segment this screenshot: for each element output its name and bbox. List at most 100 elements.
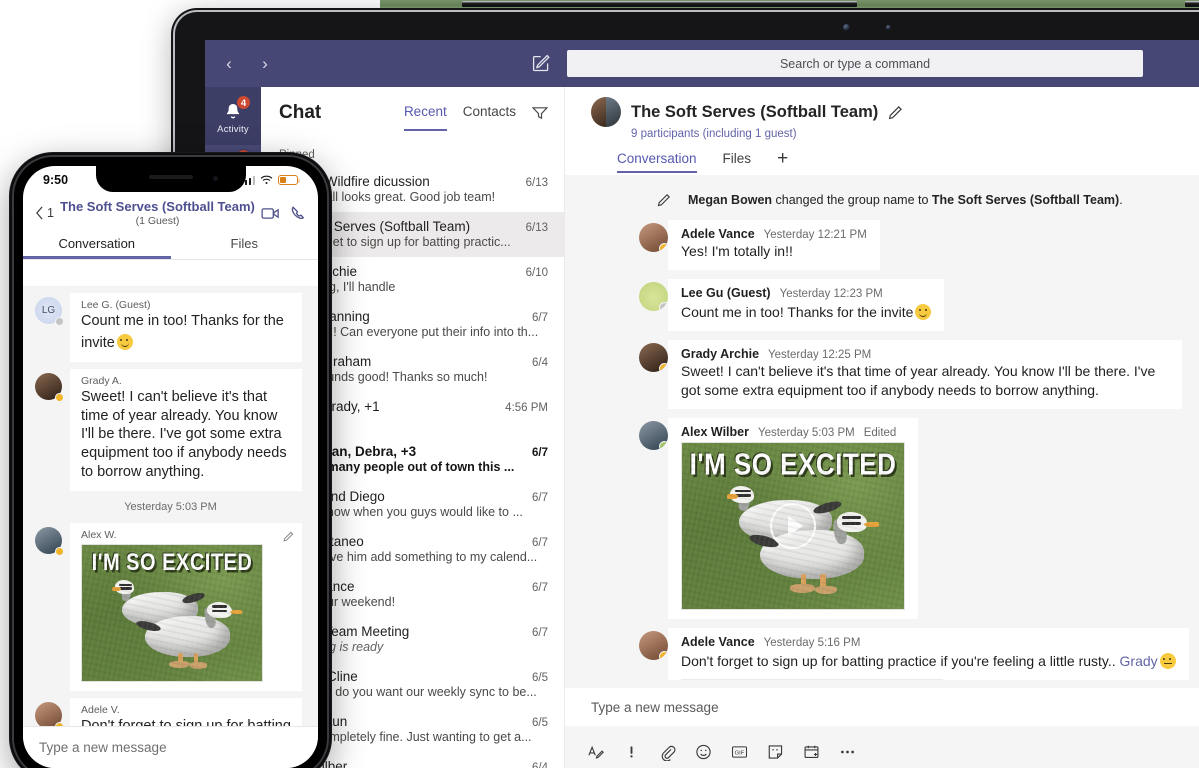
message-time: Yesterday 12:25 PM bbox=[768, 349, 871, 361]
message-composer: Type a new message bbox=[565, 680, 1199, 768]
presence-badge bbox=[659, 243, 668, 252]
pencil-icon[interactable] bbox=[283, 531, 294, 542]
avatar bbox=[35, 702, 62, 726]
wifi-icon bbox=[260, 175, 273, 185]
avatar bbox=[639, 223, 668, 252]
tab-files[interactable]: Files bbox=[171, 236, 319, 259]
conversation-header: The Soft Serves (Softball Team) 9 partic… bbox=[565, 87, 1199, 175]
back-count: 1 bbox=[47, 206, 54, 220]
goose-front bbox=[749, 512, 887, 592]
sticker-icon[interactable] bbox=[767, 743, 784, 760]
meeting-icon[interactable] bbox=[803, 743, 820, 760]
chat-item-date: 6/7 bbox=[532, 627, 548, 639]
add-tab-button[interactable]: + bbox=[777, 149, 788, 175]
system-message: Megan Bowen changed the group name to Th… bbox=[565, 181, 1199, 211]
composer-toolbar: GIF bbox=[587, 743, 856, 760]
important-icon[interactable] bbox=[623, 743, 640, 760]
system-end: . bbox=[1119, 193, 1122, 207]
history-nav: ‹ › bbox=[215, 50, 279, 78]
forward-button[interactable]: › bbox=[251, 50, 279, 78]
format-text-icon[interactable] bbox=[587, 743, 604, 760]
chat-list-header: Chat Recent Contacts bbox=[261, 87, 564, 139]
phone-conversation-title: The Soft Serves (Softball Team) bbox=[60, 200, 255, 215]
compose-icon[interactable] bbox=[530, 52, 552, 74]
bell-icon: 4 bbox=[222, 101, 244, 122]
pencil-icon[interactable] bbox=[888, 105, 903, 120]
chat-item-date: 6/5 bbox=[532, 717, 548, 729]
screenshot-root: ‹ › Search or type a command bbox=[0, 0, 1199, 768]
tab-conversation[interactable]: Conversation bbox=[617, 151, 697, 173]
message-text: Yes! I'm totally in!! bbox=[681, 242, 867, 261]
tab-files[interactable]: Files bbox=[723, 151, 752, 173]
presence-badge bbox=[659, 441, 668, 450]
message-author: Adele Vance bbox=[681, 635, 755, 649]
chat-item-date: 6/13 bbox=[526, 177, 548, 189]
phone-message: Grady A. Sweet! I can't believe it's tha… bbox=[23, 362, 318, 491]
phone-device: 9:50 1 bbox=[9, 152, 332, 768]
audio-call-icon[interactable] bbox=[291, 205, 306, 221]
presence-badge bbox=[659, 651, 668, 660]
phone-notch bbox=[96, 166, 246, 192]
emoji-neutral-icon bbox=[1160, 653, 1176, 669]
avatar: LG bbox=[35, 297, 62, 324]
filter-icon[interactable] bbox=[532, 106, 548, 120]
messages-container: Adele Vance Yesterday 12:21 PM Yes! I'm … bbox=[565, 211, 1199, 680]
pencil-icon bbox=[657, 193, 671, 207]
emoji-icon[interactable] bbox=[695, 743, 712, 760]
back-button[interactable]: 1 bbox=[35, 206, 54, 220]
message-text: Sweet! I can't believe it's that time of… bbox=[681, 362, 1169, 400]
tab-contacts[interactable]: Contacts bbox=[463, 104, 516, 122]
goose-gif-artwork: I'M SO EXCITED bbox=[82, 545, 262, 681]
phone-message-bubble: Grady A. Sweet! I can't believe it's tha… bbox=[70, 369, 302, 491]
conversation-title: The Soft Serves (Softball Team) bbox=[631, 103, 878, 122]
chat-item-date: 6/4 bbox=[532, 762, 548, 768]
video-call-icon[interactable] bbox=[261, 207, 280, 220]
chat-item-date: 6/7 bbox=[532, 582, 548, 594]
message: Grady Archie Yesterday 12:25 PM Sweet! I… bbox=[565, 331, 1199, 409]
system-actor: Megan Bowen bbox=[688, 193, 772, 207]
tab-recent[interactable]: Recent bbox=[404, 104, 447, 122]
search-input[interactable]: Search or type a command bbox=[567, 50, 1143, 77]
avatar bbox=[639, 282, 668, 311]
system-mid: changed the group name to bbox=[772, 193, 932, 207]
message-edited-label: Edited bbox=[864, 427, 897, 439]
system-message-text: Megan Bowen changed the group name to Th… bbox=[688, 193, 1123, 207]
more-options-icon[interactable] bbox=[839, 743, 856, 760]
avatar bbox=[35, 527, 62, 554]
conversation-panel: The Soft Serves (Softball Team) 9 partic… bbox=[565, 87, 1199, 768]
message: Adele Vance Yesterday 5:16 PM Don't forg… bbox=[565, 619, 1199, 680]
goose-front bbox=[136, 602, 248, 667]
presence-badge bbox=[55, 317, 64, 326]
presence-badge bbox=[659, 363, 668, 372]
phone-message-author: Adele V. bbox=[81, 704, 291, 716]
gif-attachment[interactable]: I'M SO EXCITED bbox=[81, 544, 263, 682]
chat-item-date: 6/7 bbox=[532, 492, 548, 504]
phone-tabs: Conversation Files bbox=[23, 236, 318, 259]
attach-icon[interactable] bbox=[659, 743, 676, 760]
sidebar-item-activity[interactable]: 4 Activity bbox=[205, 91, 261, 145]
chat-item-date: 6/13 bbox=[526, 222, 548, 234]
chat-item-date: 4:56 PM bbox=[505, 402, 548, 414]
phone-message-text: Sweet! I can't believe it's that time of… bbox=[81, 388, 291, 482]
sidebar-item-activity-label: Activity bbox=[217, 124, 249, 135]
divider bbox=[23, 259, 318, 260]
timestamp-divider: Yesterday 5:03 PM bbox=[23, 491, 318, 516]
message-input[interactable]: Type a new message bbox=[565, 688, 1199, 726]
mention[interactable]: Grady bbox=[1120, 653, 1158, 669]
phone-message-author: Grady A. bbox=[81, 375, 291, 387]
message: Lee Gu (Guest) Yesterday 12:23 PM Count … bbox=[565, 270, 1199, 331]
phone-message-input[interactable]: Type a new message bbox=[23, 726, 318, 768]
message-bubble: Grady Archie Yesterday 12:25 PM Sweet! I… bbox=[668, 340, 1182, 409]
avatar bbox=[639, 421, 668, 450]
tab-underline bbox=[23, 256, 171, 259]
presence-badge bbox=[659, 302, 668, 311]
avatar bbox=[639, 343, 668, 372]
play-icon[interactable] bbox=[770, 503, 816, 549]
giphy-icon[interactable]: GIF bbox=[731, 743, 748, 760]
phone-conversation-subtitle: (1 Guest) bbox=[60, 215, 255, 227]
gif-attachment[interactable]: I'M SO EXCITED bbox=[681, 442, 905, 610]
back-button[interactable]: ‹ bbox=[215, 50, 243, 78]
emoji-smile-icon bbox=[915, 304, 931, 320]
status-time: 9:50 bbox=[43, 173, 68, 187]
chat-item-date: 6/7 bbox=[532, 447, 548, 459]
